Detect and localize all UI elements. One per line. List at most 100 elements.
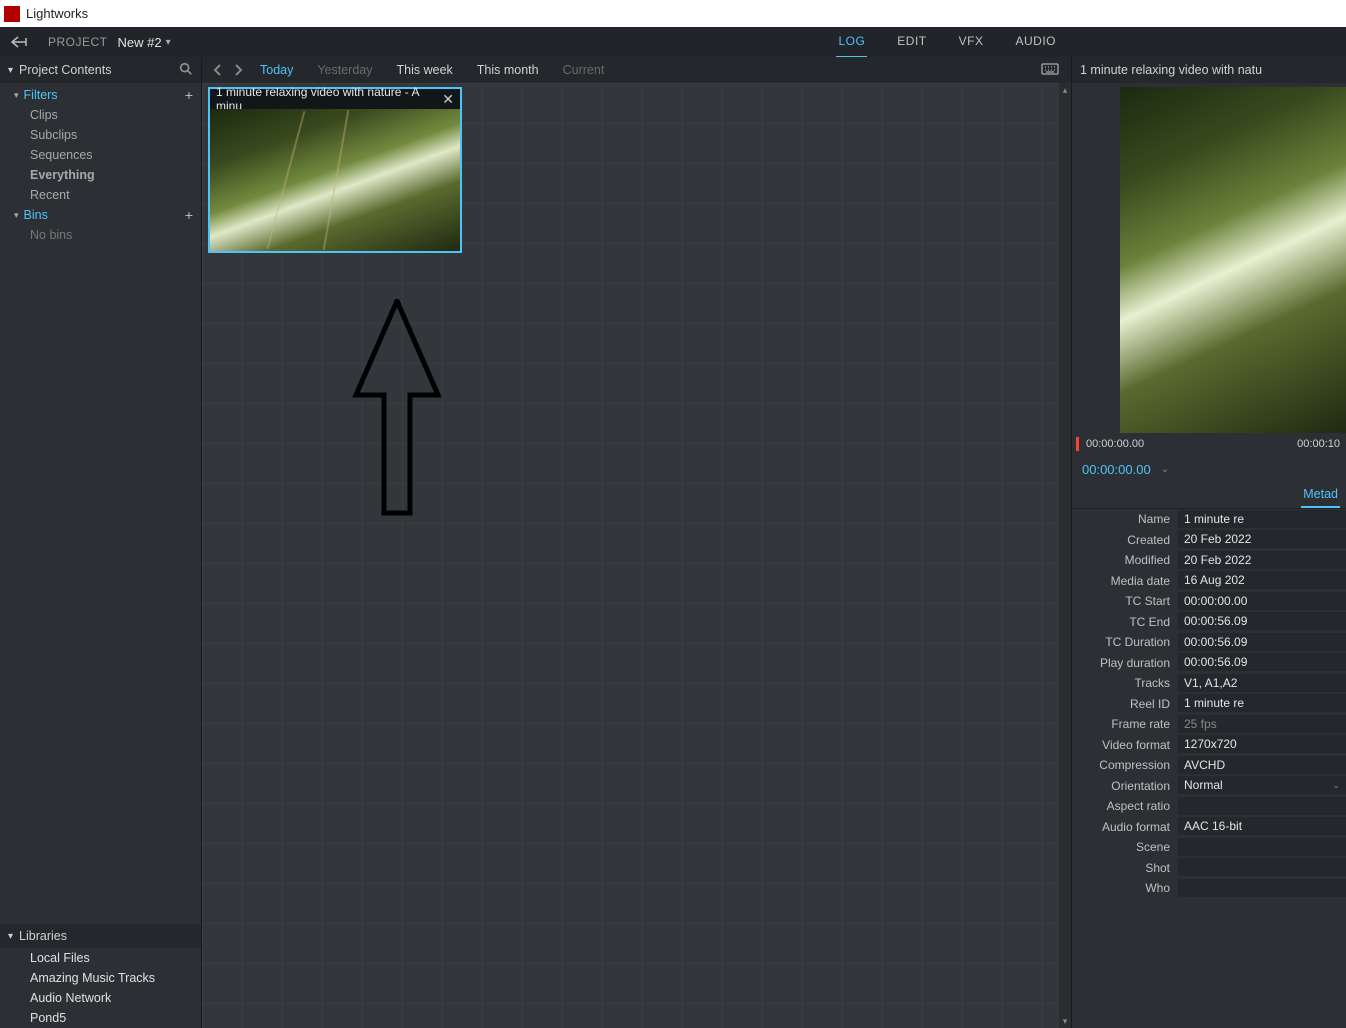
add-filter-button[interactable]: + (185, 87, 193, 103)
filters-group[interactable]: ▾ Filters + (0, 85, 201, 105)
tab-vfx[interactable]: VFX (957, 26, 986, 58)
meta-row: Frame rate25 fps (1072, 714, 1346, 735)
meta-row: Created20 Feb 2022 (1072, 530, 1346, 551)
filter-this-week[interactable]: This week (387, 63, 463, 77)
workspace-tabs: LOG EDIT VFX AUDIO (836, 26, 1338, 58)
tab-edit[interactable]: EDIT (895, 26, 928, 58)
meta-key: Name (1072, 512, 1178, 526)
close-icon[interactable]: ✕ (442, 91, 454, 108)
library-local-files[interactable]: Local Files (0, 948, 201, 968)
meta-row: Video format1270x720 (1072, 735, 1346, 756)
sidebar-item-clips[interactable]: Clips (0, 105, 201, 125)
libraries-list: Local Files Amazing Music Tracks Audio N… (0, 948, 201, 1028)
filter-current[interactable]: Current (553, 63, 615, 77)
meta-value[interactable]: AVCHD (1178, 756, 1346, 775)
sidebar-item-everything[interactable]: Everything (0, 165, 201, 185)
sidebar-item-sequences[interactable]: Sequences (0, 145, 201, 165)
meta-value[interactable]: 1270x720 (1178, 735, 1346, 754)
project-name-dropdown[interactable]: New #2 ▾ (118, 35, 171, 50)
meta-value[interactable]: 20 Feb 2022 (1178, 530, 1346, 549)
meta-row: Scene (1072, 837, 1346, 858)
sidebar-item-no-bins: No bins (0, 225, 201, 245)
meta-value[interactable]: 00:00:56.09 (1178, 653, 1346, 672)
preview-image (1120, 87, 1346, 433)
meta-key: Modified (1072, 553, 1178, 567)
meta-key: Shot (1072, 861, 1178, 875)
meta-key: Tracks (1072, 676, 1178, 690)
meta-key: Frame rate (1072, 717, 1178, 731)
meta-key: Orientation (1072, 779, 1178, 793)
metadata-tab[interactable]: Metad (1301, 483, 1340, 508)
library-amazing-music[interactable]: Amazing Music Tracks (0, 968, 201, 988)
meta-value[interactable]: 20 Feb 2022 (1178, 551, 1346, 570)
meta-value[interactable]: 1 minute re (1178, 510, 1346, 529)
top-nav: PROJECT New #2 ▾ LOG EDIT VFX AUDIO (0, 27, 1346, 57)
playhead-marker-icon[interactable] (1076, 437, 1079, 451)
back-button[interactable] (8, 32, 34, 52)
keyboard-icon[interactable] (1041, 63, 1059, 78)
meta-value[interactable] (1178, 838, 1346, 857)
content-area: Today Yesterday This week This month Cur… (202, 57, 1071, 1028)
filters-label: Filters (24, 88, 58, 102)
meta-value[interactable] (1178, 879, 1346, 898)
meta-value[interactable]: 00:00:56.09 (1178, 633, 1346, 652)
meta-key: TC Duration (1072, 635, 1178, 649)
project-contents-label: Project Contents (19, 63, 111, 77)
meta-value[interactable] (1178, 797, 1346, 816)
tab-log[interactable]: LOG (836, 26, 867, 58)
library-pond5[interactable]: Pond5 (0, 1008, 201, 1028)
meta-value[interactable]: AAC 16-bit (1178, 817, 1346, 836)
vertical-scrollbar[interactable]: ▴ ▾ (1059, 83, 1071, 1028)
meta-value[interactable] (1178, 858, 1346, 877)
current-timecode[interactable]: 00:00:00.00 ⌄ (1072, 455, 1346, 483)
app-logo-icon (4, 6, 20, 22)
project-contents-header[interactable]: ▾ Project Contents (0, 57, 201, 83)
sidebar-item-subclips[interactable]: Subclips (0, 125, 201, 145)
meta-row: Name1 minute re (1072, 509, 1346, 530)
meta-value[interactable]: 00:00:56.09 (1178, 612, 1346, 631)
add-bin-button[interactable]: + (185, 207, 193, 223)
meta-value[interactable]: Normal⌄ (1178, 776, 1346, 795)
filter-yesterday[interactable]: Yesterday (307, 63, 382, 77)
tree: ▾ Filters + Clips Subclips Sequences Eve… (0, 83, 201, 247)
meta-row: Audio formatAAC 16-bit (1072, 817, 1346, 838)
tab-audio[interactable]: AUDIO (1013, 26, 1058, 58)
scroll-up-icon[interactable]: ▴ (1059, 83, 1071, 97)
tc-ruler-end: 00:00:10 (1297, 438, 1340, 450)
library-audio-network[interactable]: Audio Network (0, 988, 201, 1008)
nav-prev-button[interactable] (210, 64, 226, 76)
meta-key: Compression (1072, 758, 1178, 772)
timecode-ruler[interactable]: 00:00:00.00 00:00:10 (1072, 433, 1346, 455)
meta-key: Video format (1072, 738, 1178, 752)
bins-label: Bins (24, 208, 48, 222)
window-titlebar: Lightworks (0, 0, 1346, 27)
preview-viewport[interactable] (1120, 87, 1346, 433)
scroll-down-icon[interactable]: ▾ (1059, 1014, 1071, 1028)
meta-value[interactable]: 00:00:00.00 (1178, 592, 1346, 611)
meta-key: Media date (1072, 574, 1178, 588)
filter-this-month[interactable]: This month (467, 63, 549, 77)
meta-key: Scene (1072, 840, 1178, 854)
meta-value[interactable]: 1 minute re (1178, 694, 1346, 713)
chevron-down-icon: ⌄ (1332, 780, 1340, 791)
sidebar-item-recent[interactable]: Recent (0, 185, 201, 205)
meta-value[interactable]: V1, A1,A2 (1178, 674, 1346, 693)
libraries-header[interactable]: ▾ Libraries (0, 924, 201, 948)
meta-row: Modified20 Feb 2022 (1072, 550, 1346, 571)
meta-key: TC Start (1072, 594, 1178, 608)
meta-row: TC Start00:00:00.00 (1072, 591, 1346, 612)
meta-key: Who (1072, 881, 1178, 895)
project-label: PROJECT (48, 35, 108, 49)
meta-value[interactable]: 25 fps (1178, 715, 1346, 734)
meta-key: Reel ID (1072, 697, 1178, 711)
meta-row: TC End00:00:56.09 (1072, 612, 1346, 633)
bins-group[interactable]: ▾ Bins + (0, 205, 201, 225)
chevron-down-icon: ⌄ (1161, 464, 1169, 475)
meta-key: TC End (1072, 615, 1178, 629)
search-icon[interactable] (179, 62, 193, 79)
meta-value[interactable]: 16 Aug 202 (1178, 571, 1346, 590)
filter-today[interactable]: Today (250, 63, 303, 77)
clip-grid[interactable]: 1 minute relaxing video with nature - A … (202, 83, 1071, 1028)
clip-thumbnail[interactable]: 1 minute relaxing video with nature - A … (208, 87, 462, 253)
nav-next-button[interactable] (230, 64, 246, 76)
